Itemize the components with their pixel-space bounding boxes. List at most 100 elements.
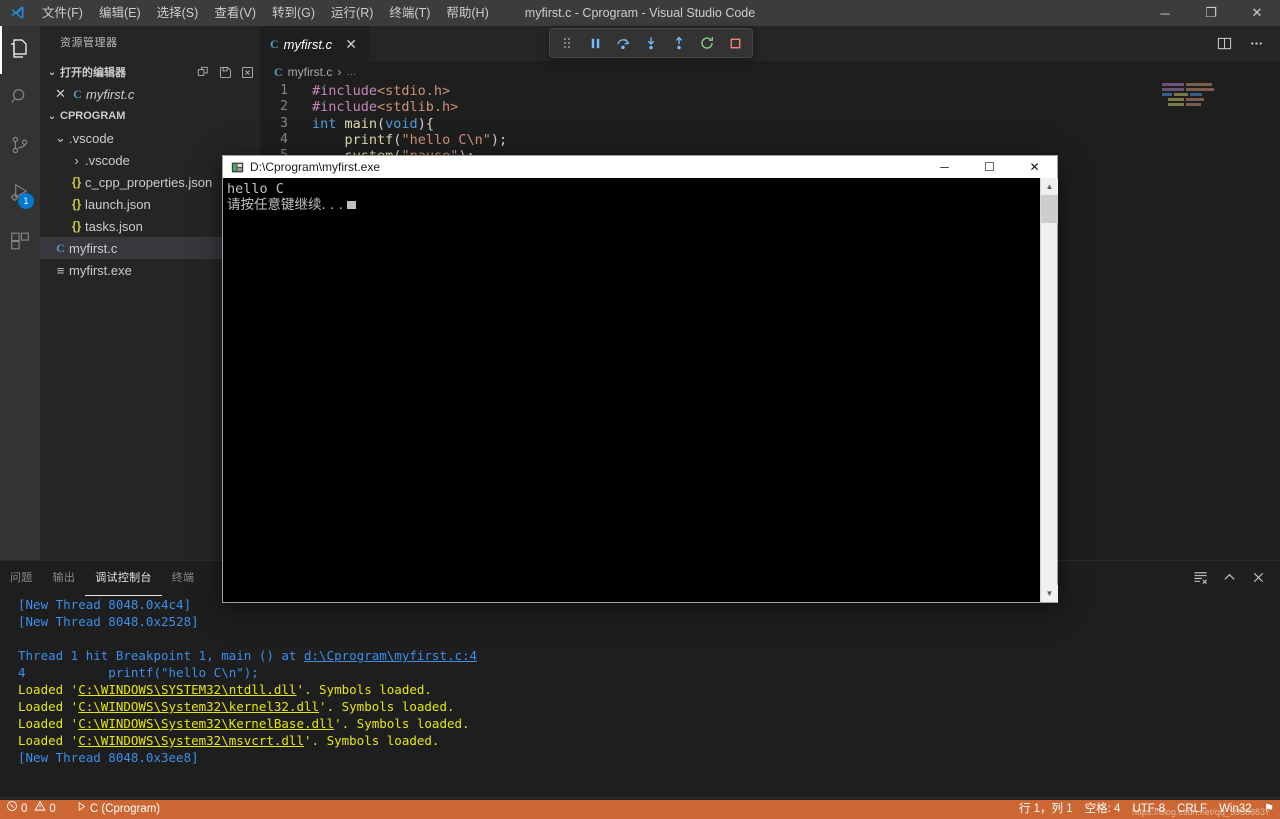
step-into-button[interactable] (638, 30, 664, 56)
split-editor-icon[interactable] (1210, 30, 1238, 58)
console-window-titlebar[interactable]: D:\Cprogram\myfirst.exe ─ ☐ ✕ (223, 156, 1057, 178)
new-untitled-file-icon[interactable] (197, 66, 210, 79)
chevron-right-icon[interactable]: › (68, 153, 85, 168)
status-bar-right: 行 1，列 1 空格: 4 UTF-8 CRLF Win32 ⚑ (1013, 800, 1280, 819)
status-language-mode[interactable]: Win32 (1213, 800, 1258, 819)
stop-button[interactable] (722, 30, 748, 56)
console-output-line: hello C (227, 182, 1057, 198)
menu-help[interactable]: 帮助(H) (438, 0, 496, 26)
step-over-button[interactable] (610, 30, 636, 56)
console-maximize-button[interactable]: ☐ (967, 156, 1012, 178)
binary-file-icon: ≡ (52, 263, 69, 278)
code-text[interactable]: printf("hello C\n"); (300, 132, 507, 148)
drag-handle-icon[interactable] (554, 30, 580, 56)
collapse-panel-icon[interactable] (1222, 570, 1237, 588)
debug-console-output[interactable]: [New Thread 8048.0x4c4] [New Thread 8048… (0, 596, 1280, 797)
tree-item-vscode-folder[interactable]: ⌄ .vscode (40, 127, 260, 149)
status-run-task[interactable]: C (Cprogram) (70, 800, 166, 819)
warning-count: 0 (49, 800, 55, 819)
dll-link[interactable]: C:\WINDOWS\System32\msvcrt.dll (78, 733, 304, 748)
step-out-button[interactable] (666, 30, 692, 56)
dll-link[interactable]: C:\WINDOWS\SYSTEM32\ntdll.dll (78, 682, 296, 697)
tab-myfirst-c[interactable]: C myfirst.c ✕ (260, 26, 370, 61)
status-cursor-position[interactable]: 行 1，列 1 (1013, 800, 1079, 819)
tree-item-label: myfirst.c (69, 241, 117, 256)
project-header[interactable]: ⌄ CPROGRAM (40, 105, 260, 127)
menu-edit[interactable]: 编辑(E) (91, 0, 149, 26)
open-editors-actions[interactable] (197, 66, 260, 79)
panel-actions[interactable] (1193, 570, 1280, 588)
close-icon[interactable]: ✕ (343, 36, 359, 53)
debug-toolbar[interactable] (549, 28, 753, 58)
tab-terminal[interactable]: 终端 (162, 561, 205, 596)
status-problems[interactable]: 0 0 (0, 800, 62, 819)
menu-selection[interactable]: 选择(S) (149, 0, 207, 26)
console-minimize-button[interactable]: ─ (922, 156, 967, 178)
menu-view[interactable]: 查看(V) (206, 0, 264, 26)
code-text[interactable]: #include<stdio.h> (300, 83, 450, 99)
menu-file[interactable]: 文件(F) (34, 0, 91, 26)
c-file-icon: C (274, 65, 283, 80)
close-button[interactable]: ✕ (1234, 0, 1280, 26)
open-editors-header[interactable]: ⌄ 打开的编辑器 (40, 61, 260, 83)
breadcrumb-file[interactable]: myfirst.c (288, 65, 333, 79)
console-output[interactable]: hello C 请按任意键继续. . . (223, 178, 1057, 602)
menu-run[interactable]: 运行(R) (323, 0, 381, 26)
console-scrollbar[interactable]: ▲ ▼ (1040, 178, 1057, 602)
console-line: [New Thread 8048.0x2528] (18, 613, 1280, 630)
status-encoding[interactable]: UTF-8 (1126, 800, 1171, 819)
pause-button[interactable] (582, 30, 608, 56)
sidebar-item-extensions[interactable] (0, 218, 40, 266)
source-link[interactable]: d:\Cprogram\myfirst.c:4 (304, 648, 477, 663)
dll-link[interactable]: C:\WINDOWS\System32\kernel32.dll (78, 699, 319, 714)
chevron-down-icon: ⌄ (44, 111, 60, 122)
sidebar-item-source-control[interactable] (0, 122, 40, 170)
console-app-icon (231, 161, 244, 174)
sidebar-item-run-and-debug[interactable]: 1 (0, 170, 40, 218)
close-all-editors-icon[interactable] (241, 66, 254, 79)
tab-problems[interactable]: 问题 (0, 561, 43, 596)
minimize-button[interactable]: ─ (1142, 0, 1188, 26)
sidebar-item-explorer[interactable] (0, 26, 40, 74)
console-line: Thread 1 hit Breakpoint 1, main () at d:… (18, 647, 1280, 664)
console-window-controls[interactable]: ─ ☐ ✕ (922, 156, 1057, 178)
breadcrumb-more[interactable]: … (346, 67, 356, 78)
tab-debug-console[interactable]: 调试控制台 (85, 561, 162, 596)
save-all-icon[interactable] (219, 66, 232, 79)
sidebar-item-search[interactable] (0, 74, 40, 122)
status-eol[interactable]: CRLF (1171, 800, 1213, 819)
menu-bar[interactable]: 文件(F) 编辑(E) 选择(S) 查看(V) 转到(G) 运行(R) 终端(T… (34, 0, 497, 26)
console-window[interactable]: D:\Cprogram\myfirst.exe ─ ☐ ✕ hello C 请按… (222, 155, 1058, 603)
close-icon[interactable]: ✕ (52, 86, 69, 102)
scroll-down-arrow[interactable]: ▼ (1041, 585, 1058, 602)
menu-go[interactable]: 转到(G) (264, 0, 323, 26)
chevron-down-icon[interactable]: ⌄ (52, 130, 69, 146)
status-notifications[interactable]: ⚑ (1258, 800, 1280, 819)
maximize-button[interactable]: ❐ (1188, 0, 1234, 26)
scrollbar-thumb[interactable] (1041, 195, 1058, 223)
tab-output[interactable]: 输出 (43, 561, 86, 596)
clear-console-icon[interactable] (1193, 570, 1208, 588)
json-file-icon: {} (68, 219, 85, 233)
menu-terminal[interactable]: 终端(T) (381, 0, 438, 26)
status-indentation[interactable]: 空格: 4 (1079, 800, 1127, 819)
play-icon (76, 800, 87, 819)
console-close-button[interactable]: ✕ (1012, 156, 1057, 178)
more-actions-icon[interactable] (1242, 30, 1270, 58)
tab-label: myfirst.c (284, 37, 332, 52)
code-line: 4 printf("hello C\n"); (260, 132, 1280, 148)
code-text[interactable]: int main(void){ (300, 116, 434, 132)
code-text[interactable]: #include<stdlib.h> (300, 99, 458, 115)
tree-item-label: myfirst.exe (69, 263, 132, 278)
breadcrumb[interactable]: C myfirst.c › … (260, 61, 1280, 83)
scroll-up-arrow[interactable]: ▲ (1041, 178, 1058, 195)
c-file-icon: C (52, 241, 69, 256)
minimap[interactable] (1162, 83, 1266, 143)
restart-button[interactable] (694, 30, 720, 56)
editor-tab-actions[interactable] (1210, 26, 1280, 61)
dll-link[interactable]: C:\WINDOWS\System32\KernelBase.dll (78, 716, 334, 731)
close-panel-icon[interactable] (1251, 570, 1266, 588)
sidebar-title: 资源管理器 (40, 26, 260, 61)
open-editor-item[interactable]: ✕ C myfirst.c (40, 83, 260, 105)
window-controls[interactable]: ─ ❐ ✕ (1142, 0, 1280, 26)
